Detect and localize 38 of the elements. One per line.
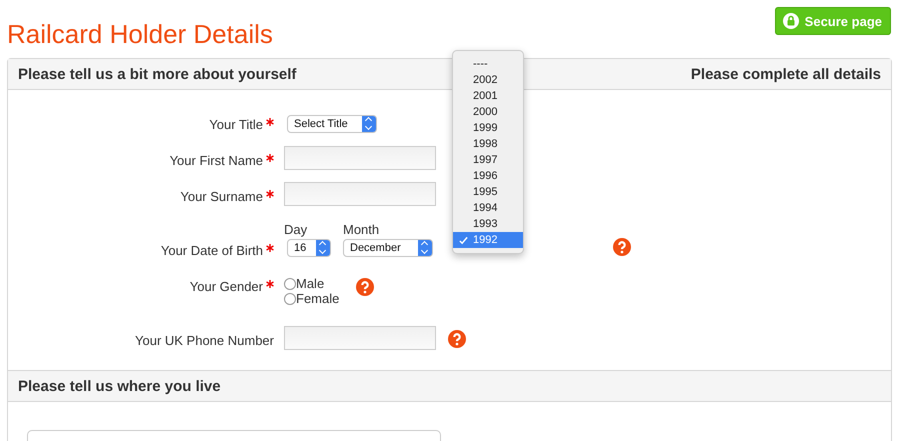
input-field[interactable] <box>284 146 436 170</box>
month-label: Month <box>343 222 380 237</box>
day-select[interactable]: 16 <box>287 239 331 257</box>
secure-label: Secure page <box>804 14 882 28</box>
year-option[interactable]: 1997 <box>453 152 523 168</box>
lock-icon <box>782 13 799 29</box>
year-option[interactable]: 1994 <box>453 200 523 216</box>
help-icon[interactable] <box>613 238 631 256</box>
year-option[interactable]: 2001 <box>453 88 523 104</box>
field-label: Your First Name <box>170 153 263 168</box>
year-option[interactable]: 1999 <box>453 120 523 136</box>
section-heading: Please tell us a bit more about yourself <box>18 66 296 82</box>
help-icon[interactable] <box>448 330 466 348</box>
field-label: Your UK Phone Number <box>135 333 274 348</box>
field-label: Your Title <box>209 117 263 132</box>
title-select[interactable]: Select Title <box>287 115 377 133</box>
help-icon[interactable] <box>356 278 374 296</box>
input-field[interactable] <box>284 326 436 350</box>
year-option[interactable]: 1996 <box>453 168 523 184</box>
year-option[interactable]: 2000 <box>453 104 523 120</box>
year-option[interactable]: 1993 <box>453 216 523 232</box>
field-label: Your Date of Birth <box>160 243 263 258</box>
input-field[interactable] <box>284 182 436 206</box>
month-select[interactable]: December <box>343 239 433 257</box>
section-note: Please complete all details <box>690 66 881 82</box>
field-label: Your Gender <box>190 278 263 294</box>
radio-option[interactable]: Male <box>284 276 340 291</box>
radio-option[interactable]: Female <box>284 291 340 306</box>
section-heading: Please tell us where you live <box>18 378 221 394</box>
year-option[interactable]: ---- <box>453 56 523 72</box>
year-option[interactable]: 2002 <box>453 72 523 88</box>
field-label: Your Surname <box>180 189 263 204</box>
year-option[interactable]: 1998 <box>453 136 523 152</box>
day-label: Day <box>284 222 308 237</box>
year-option[interactable]: 1995 <box>453 184 523 200</box>
page-title: Railcard Holder Details <box>7 19 273 50</box>
check-icon <box>458 236 468 244</box>
year-option[interactable]: 1992 <box>453 232 523 248</box>
